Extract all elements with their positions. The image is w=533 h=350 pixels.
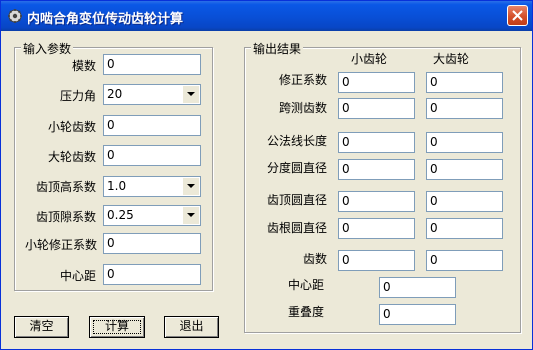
pressure-angle-value: 20 (107, 87, 123, 101)
column-header-small-gear: 小齿轮 (351, 52, 388, 66)
exit-button-label: 退出 (179, 319, 204, 333)
label-tip-diameter: 齿顶圆直径 (266, 193, 327, 207)
close-button[interactable] (507, 5, 528, 26)
label-small-correction: 小轮修正系数 (24, 238, 97, 252)
small-correction-coef-output[interactable]: 0 (338, 72, 415, 93)
addendum-coef-select[interactable]: 1.0 (103, 176, 201, 197)
center-distance-output[interactable]: 0 (379, 277, 456, 298)
label-correction-coef: 修正系数 (278, 73, 327, 87)
overlap-ratio-output[interactable]: 0 (379, 304, 456, 325)
label-root-diameter: 齿根圆直径 (266, 221, 327, 235)
small-teeth-count-output[interactable]: 0 (338, 250, 415, 271)
exit-button[interactable]: 退出 (164, 316, 219, 338)
window-title: 内啮合角变位传动齿轮计算 (27, 12, 184, 27)
large-correction-coef-output[interactable]: 0 (426, 72, 503, 93)
chevron-down-icon (187, 184, 195, 188)
column-header-large-gear: 大齿轮 (433, 52, 470, 66)
label-span-teeth: 跨测齿数 (278, 101, 327, 115)
small-tip-diameter-output[interactable]: 0 (338, 191, 415, 212)
app-window: 内啮合角变位传动齿轮计算 输入参数 模数 0 压力角 20 小轮齿数 0 大轮齿… (0, 0, 533, 350)
clearance-coef-dropdown-button[interactable] (182, 207, 199, 224)
addendum-coef-value: 1.0 (107, 179, 127, 193)
clearance-coef-value: 0.25 (107, 208, 134, 222)
large-base-tangent-output[interactable]: 0 (426, 132, 503, 153)
clearance-coef-select[interactable]: 0.25 (103, 205, 201, 226)
label-teeth-count: 齿数 (302, 252, 327, 266)
small-teeth-input[interactable]: 0 (103, 115, 201, 136)
large-pitch-diameter-output[interactable]: 0 (426, 159, 503, 180)
large-teeth-input[interactable]: 0 (103, 145, 201, 166)
input-params-legend: 输入参数 (21, 40, 74, 57)
label-small-teeth: 小轮齿数 (47, 120, 96, 134)
clear-button-label: 清空 (29, 319, 54, 333)
label-large-teeth: 大轮齿数 (47, 150, 96, 164)
calculate-button[interactable]: 计算 (89, 316, 145, 338)
label-pressure-angle: 压力角 (59, 89, 96, 103)
large-root-diameter-output[interactable]: 0 (426, 218, 503, 239)
small-base-tangent-output[interactable]: 0 (338, 132, 415, 153)
large-span-teeth-output[interactable]: 0 (426, 98, 503, 119)
pressure-angle-dropdown-button[interactable] (182, 86, 199, 103)
small-span-teeth-output[interactable]: 0 (338, 98, 415, 119)
label-addendum-coef: 齿顶高系数 (35, 180, 96, 194)
small-correction-input[interactable]: 0 (103, 233, 201, 254)
label-module: 模数 (71, 59, 96, 73)
label-clearance-coef: 齿顶隙系数 (35, 210, 96, 224)
label-base-tangent-length: 公法线长度 (266, 134, 327, 148)
chevron-down-icon (187, 213, 195, 217)
large-teeth-count-output[interactable]: 0 (426, 250, 503, 271)
chevron-down-icon (187, 92, 195, 96)
title-bar[interactable]: 内啮合角变位传动齿轮计算 (1, 1, 532, 31)
label-overlap-ratio: 重叠度 (288, 305, 325, 319)
small-root-diameter-output[interactable]: 0 (338, 218, 415, 239)
label-center-distance: 中心距 (59, 269, 96, 283)
module-input[interactable]: 0 (103, 54, 201, 75)
pressure-angle-select[interactable]: 20 (103, 84, 201, 105)
addendum-coef-dropdown-button[interactable] (182, 178, 199, 195)
clear-button[interactable]: 清空 (14, 316, 69, 338)
label-center-distance-output: 中心距 (288, 278, 325, 292)
focus-ring (93, 320, 141, 334)
close-icon (512, 10, 523, 21)
large-tip-diameter-output[interactable]: 0 (426, 191, 503, 212)
output-results-legend: 输出结果 (251, 40, 304, 57)
label-pitch-diameter: 分度圆直径 (266, 161, 327, 175)
center-distance-input[interactable]: 0 (103, 264, 201, 285)
small-pitch-diameter-output[interactable]: 0 (338, 159, 415, 180)
gear-app-icon (8, 9, 22, 23)
